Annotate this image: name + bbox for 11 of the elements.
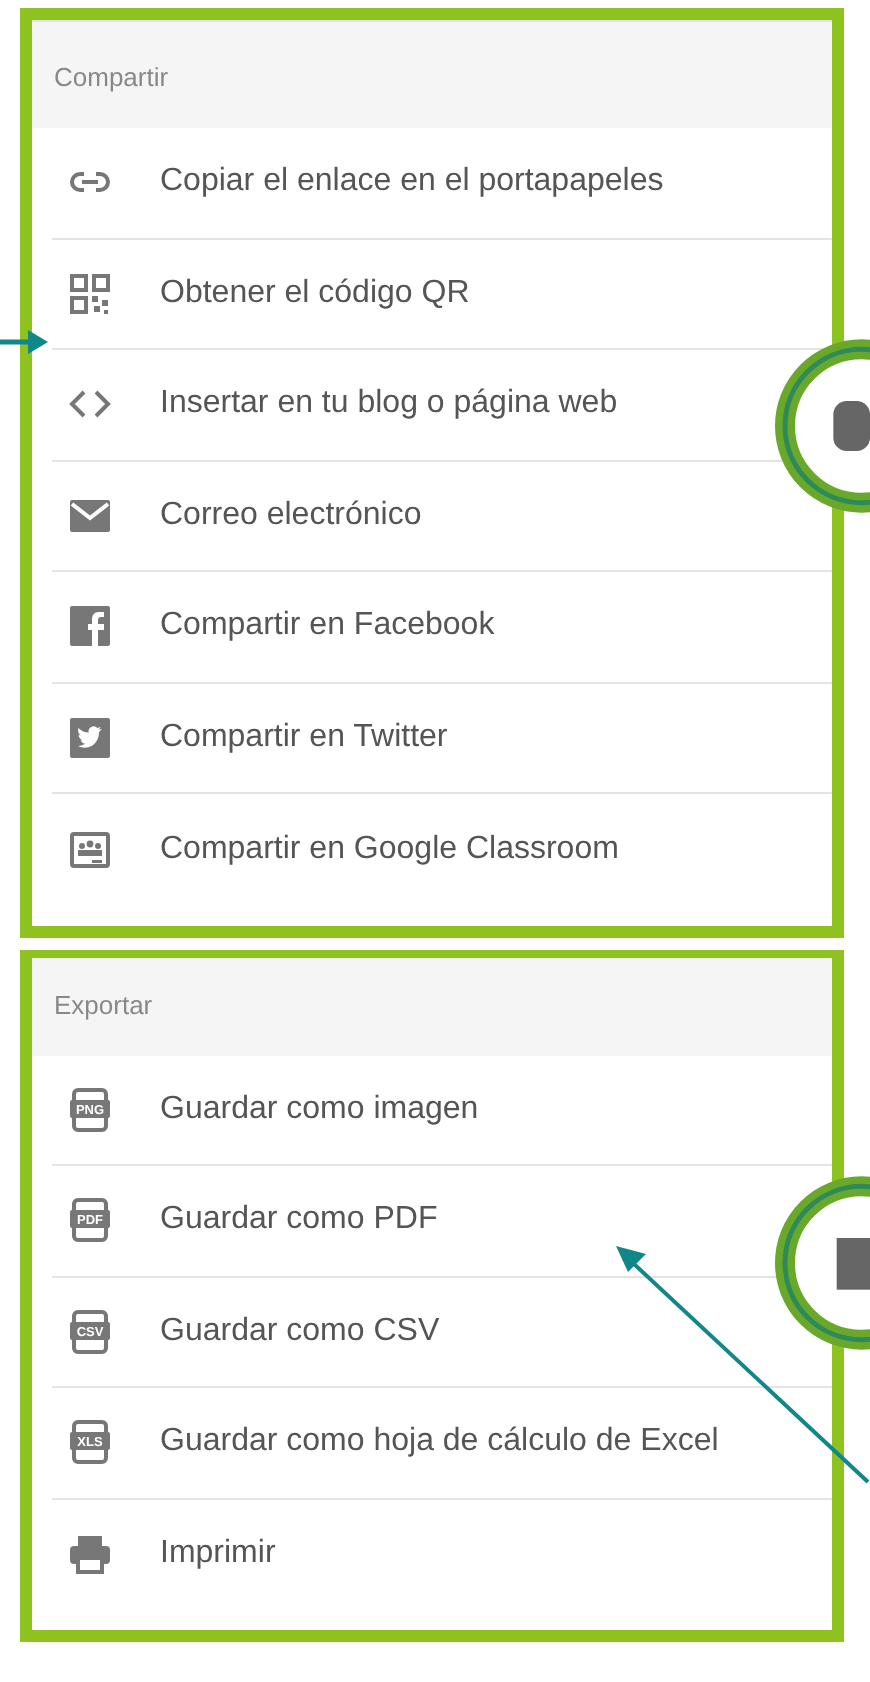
twitter-icon: [66, 713, 114, 762]
menu-item[interactable]: Compartir en Twitter: [66, 713, 448, 762]
facebook-icon: [66, 602, 114, 651]
section-header: Compartir: [32, 20, 832, 128]
menu-item[interactable]: Imprimir: [66, 1530, 276, 1579]
menu-item[interactable]: Obtener el código QR: [66, 269, 470, 318]
menu-item[interactable]: Compartir en Facebook: [66, 602, 495, 651]
section-header: Exportar: [32, 957, 832, 1055]
printer-icon: [66, 1530, 114, 1579]
qr-code-icon: [66, 269, 114, 318]
arrow-drawing: [0, 328, 52, 356]
